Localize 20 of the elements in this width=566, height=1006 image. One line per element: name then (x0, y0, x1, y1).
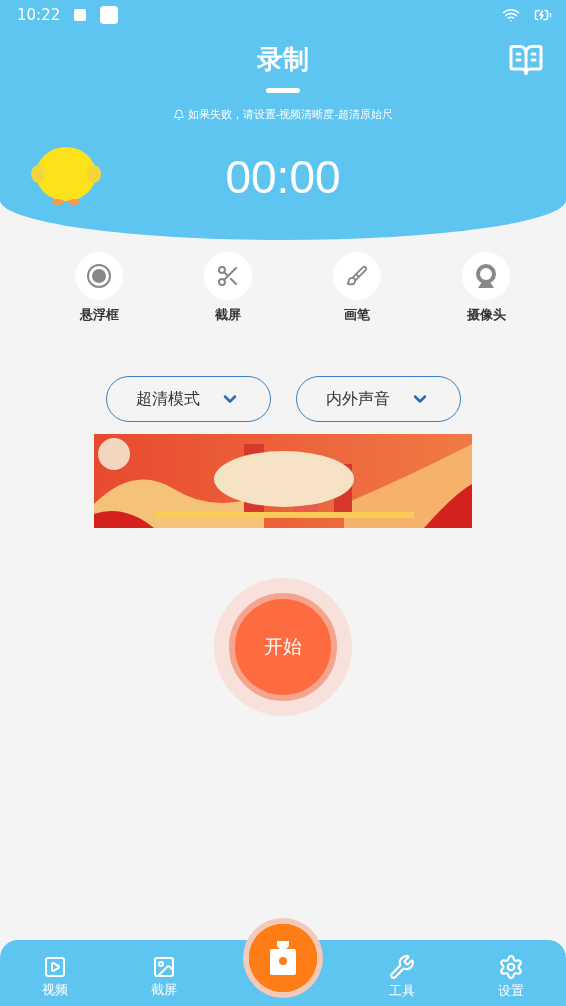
book-icon[interactable] (508, 42, 544, 78)
wrench-icon (389, 954, 416, 980)
camera-icon (269, 941, 296, 975)
record-icon (86, 263, 112, 289)
wifi-icon (502, 6, 520, 24)
title-underline (266, 88, 300, 93)
bell-icon (172, 108, 185, 121)
settings-icon (498, 954, 525, 980)
page-title: 录制 (257, 42, 309, 76)
timer: 00:00 (225, 150, 341, 204)
chick-drawing (30, 144, 102, 206)
notification-icon (74, 9, 87, 21)
notification-icon (100, 6, 119, 24)
brush-icon (346, 265, 368, 287)
image-icon (151, 955, 176, 979)
webcam-icon (473, 262, 499, 290)
scissors-icon (216, 264, 240, 288)
notice-text: 如果失败，请设置-视频清晰度-超清原始尺 (187, 107, 394, 122)
video-icon (42, 955, 67, 979)
status-time: 10:22 (17, 6, 61, 24)
